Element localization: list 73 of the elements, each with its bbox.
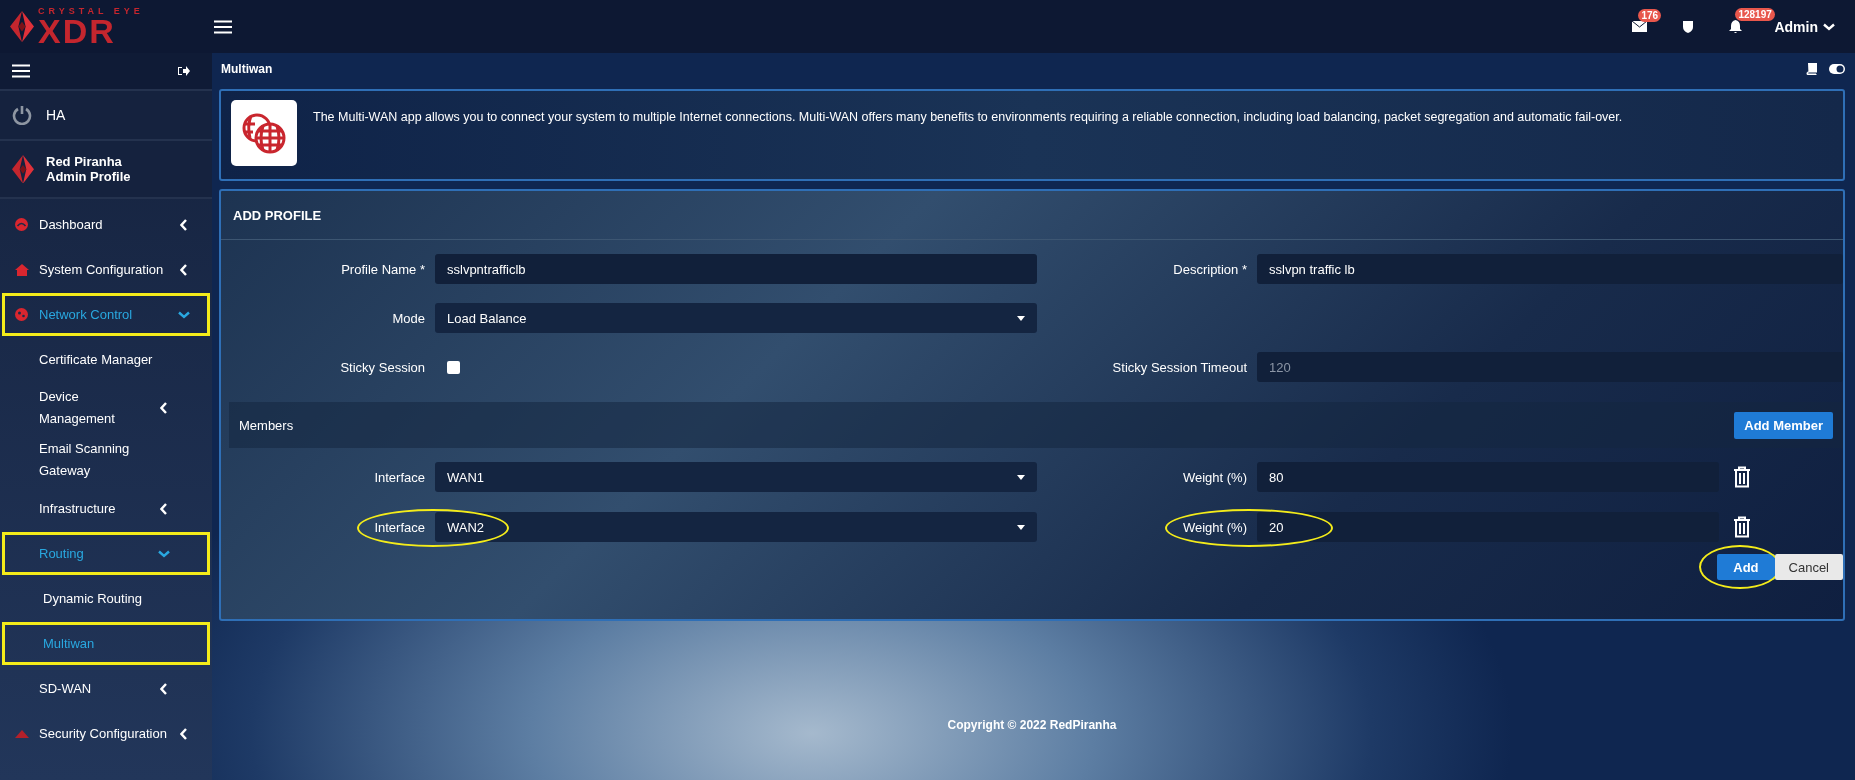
- profile-role: Admin Profile: [46, 169, 131, 184]
- chevron-down-icon: [178, 310, 190, 319]
- ha-label: HA: [46, 107, 66, 123]
- input-field[interactable]: 120: [1257, 352, 1843, 382]
- book-icon[interactable]: [1806, 63, 1817, 75]
- home-icon: [15, 263, 29, 276]
- menu-icon[interactable]: [214, 19, 232, 34]
- notification-badge: 128197: [1735, 8, 1775, 21]
- field-label: Weight (%): [1182, 519, 1247, 535]
- sidebar-item[interactable]: Dashboard: [2, 203, 210, 246]
- notification-badge: 176: [1638, 9, 1662, 22]
- menu-icon[interactable]: [12, 64, 30, 78]
- add-button[interactable]: Add: [1717, 554, 1775, 580]
- logo-wordmark: XDR: [38, 16, 116, 46]
- input-field[interactable]: 80: [1257, 462, 1719, 492]
- dropdown-caret-icon: [1017, 524, 1025, 530]
- chevron-down-icon: [158, 549, 170, 558]
- field-label: Weight (%): [1182, 469, 1247, 485]
- mail-icon[interactable]: [1632, 21, 1648, 32]
- copyright-text: Copyright © 2022 RedPiranha: [946, 718, 1118, 732]
- sidebar-item[interactable]: Routing: [2, 532, 210, 575]
- field-label: Description *: [1173, 261, 1247, 277]
- triangle-icon: [15, 729, 29, 738]
- chevron-left-icon: [180, 263, 188, 276]
- input-field[interactable]: sslvpntrafficlb: [435, 254, 1037, 284]
- trash-icon[interactable]: [1733, 466, 1751, 488]
- sidebar-item[interactable]: Network Control: [2, 293, 210, 336]
- add-member-button[interactable]: Add Member: [1734, 411, 1833, 439]
- page-title: Multiwan: [221, 62, 273, 76]
- field-label: Sticky Session Timeout: [1112, 359, 1247, 375]
- logo-tagline: CRYSTAL EYE: [38, 7, 144, 16]
- sidebar-item[interactable]: Dynamic Routing: [2, 577, 210, 620]
- sidebar-item[interactable]: Email Scanning Gateway: [2, 435, 210, 485]
- bell-icon[interactable]: [1729, 20, 1743, 33]
- chevron-left-icon: [180, 727, 188, 740]
- toggle-icon[interactable]: [1829, 64, 1845, 74]
- chevron-left-icon: [160, 502, 168, 515]
- chevron-down-icon: [1823, 22, 1835, 31]
- field-label: Profile Name *: [341, 261, 425, 277]
- power-icon[interactable]: [12, 105, 32, 125]
- dropdown-caret-icon: [1017, 474, 1025, 480]
- input-field[interactable]: sslvpn traffic lb: [1257, 254, 1843, 284]
- logo-icon: [12, 154, 34, 184]
- app-description: The Multi-WAN app allows you to connect your system to multiple Internet connections. Multi-WAN offers many benefits to environments requiring a reliable connection, including load balancing, packet segregation and automatic fail-over.: [313, 109, 1623, 126]
- field-label: Mode: [392, 310, 425, 326]
- section-title: Members: [239, 417, 294, 433]
- form-title: ADD PROFILE: [221, 191, 1843, 240]
- shield-icon[interactable]: [1683, 20, 1694, 33]
- select-field[interactable]: WAN1: [435, 462, 1037, 492]
- sidebar-item[interactable]: System Configuration: [2, 248, 210, 291]
- field-label: Interface: [374, 519, 425, 535]
- input-field[interactable]: 20: [1257, 512, 1719, 542]
- chevron-left-icon: [160, 402, 169, 414]
- field-label: Interface: [374, 469, 425, 485]
- chevron-left-icon: [180, 218, 188, 231]
- trash-icon[interactable]: [1733, 516, 1751, 538]
- checkbox[interactable]: [447, 360, 460, 374]
- field-label: Sticky Session: [340, 359, 425, 375]
- sidebar-item[interactable]: Infrastructure: [2, 487, 210, 530]
- dropdown-caret-icon: [1017, 315, 1025, 321]
- sign-out-icon[interactable]: [178, 66, 190, 76]
- profile-name: Red Piranha: [46, 154, 123, 169]
- gauge-icon: [15, 218, 28, 231]
- select-field[interactable]: WAN2: [435, 512, 1037, 542]
- sidebar-item[interactable]: SD-WAN: [2, 667, 210, 710]
- logo-icon: [10, 10, 34, 43]
- cancel-button[interactable]: Cancel: [1774, 554, 1843, 580]
- select-field[interactable]: Load Balance: [435, 303, 1037, 333]
- sidebar-item[interactable]: Security Configuration: [2, 712, 210, 755]
- chevron-left-icon: [160, 682, 168, 695]
- sidebar-item[interactable]: Device Management: [2, 383, 210, 433]
- sidebar-item[interactable]: Multiwan: [2, 622, 210, 665]
- sidebar-item[interactable]: Certificate Manager: [2, 338, 210, 381]
